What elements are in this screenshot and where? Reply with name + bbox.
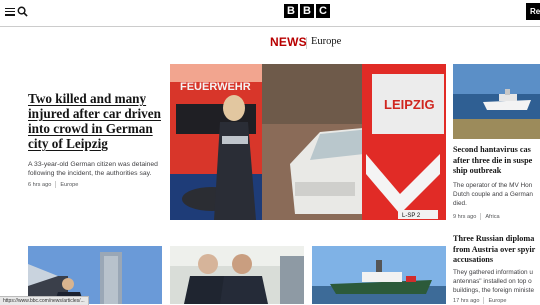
coastguard-ship-photo [312,246,446,304]
menu-search-button[interactable] [5,6,28,17]
side-story-summary: The operator of the MV Hon Dutch couple … [453,181,540,209]
lead-story: Two killed and many injured after car dr… [28,91,163,178]
logo-letter: B [284,4,298,18]
lead-summary: A 33-year-old German citizen was detaine… [28,161,158,178]
summary-line: Dutch couple and a German [453,191,533,199]
story-image[interactable] [312,246,446,304]
meta-divider [55,181,57,188]
lead-photo: FEUERWEHR LEIPZIG L-SP 2 [170,64,446,220]
section-tag[interactable]: Africa [485,214,499,220]
politicians-photo [170,246,304,304]
truck-text-right: LEIPZIG [384,97,435,112]
ship-photo [453,64,540,139]
lead-meta: 6 hrs ago Europe [28,181,78,188]
meta-divider [483,297,485,304]
headline-line: ship outbreak [453,166,502,175]
section-tag[interactable]: Europe [60,182,78,188]
side-story-meta: 17 hrs ago Europe [453,297,506,304]
headline-line: after three die in suspe [453,155,533,165]
summary-line: antennas" installed on top o [453,278,532,286]
side-story-summary: They gathered information u antennas" in… [453,268,540,296]
side-story-headline[interactable]: Three Russian diploma from Austria over … [453,234,540,266]
headline-line: accusations [453,255,494,264]
side-story-image[interactable] [453,64,540,139]
nav-divider [306,37,307,49]
lead-headline[interactable]: Two killed and many injured after car dr… [28,91,163,151]
headline-line: Three Russian diploma [453,234,535,243]
truck-text-left: FEUERWEHR [180,81,251,93]
side-story-meta: 9 hrs ago Africa [453,213,500,220]
side-story-headline[interactable]: Second hantavirus cas after three die in… [453,145,540,177]
summary-line: The operator of the MV Hon [453,182,533,189]
lead-image[interactable]: FEUERWEHR LEIPZIG L-SP 2 [170,64,446,220]
top-bar: B B C Re [0,0,540,27]
summary-line: died. [453,200,467,208]
headline-line: Second hantavirus cas [453,145,531,154]
timestamp: 17 hrs ago [453,297,480,304]
timestamp: 9 hrs ago [453,213,477,220]
news-link[interactable]: NEWS [270,35,307,49]
summary-line: buildings, the foreign ministe [453,287,534,295]
meta-divider [480,213,482,220]
europe-section-label[interactable]: Europe [311,36,341,47]
register-button[interactable]: Re [526,3,540,20]
license-plate: L-SP 2 [402,213,421,219]
headline-line: from Austria over spyir [453,244,536,254]
section-nav: NEWS Europe [0,27,540,57]
story-image[interactable] [170,246,304,304]
summary-line: They gathered information u [453,269,533,276]
logo-letter: B [300,4,314,18]
timestamp: 6 hrs ago [28,181,52,188]
section-tag[interactable]: Europe [488,298,506,304]
hamburger-icon[interactable] [5,7,15,16]
bbc-logo[interactable]: B B C [284,4,330,18]
search-icon[interactable] [17,6,28,17]
logo-letter: C [316,4,330,18]
